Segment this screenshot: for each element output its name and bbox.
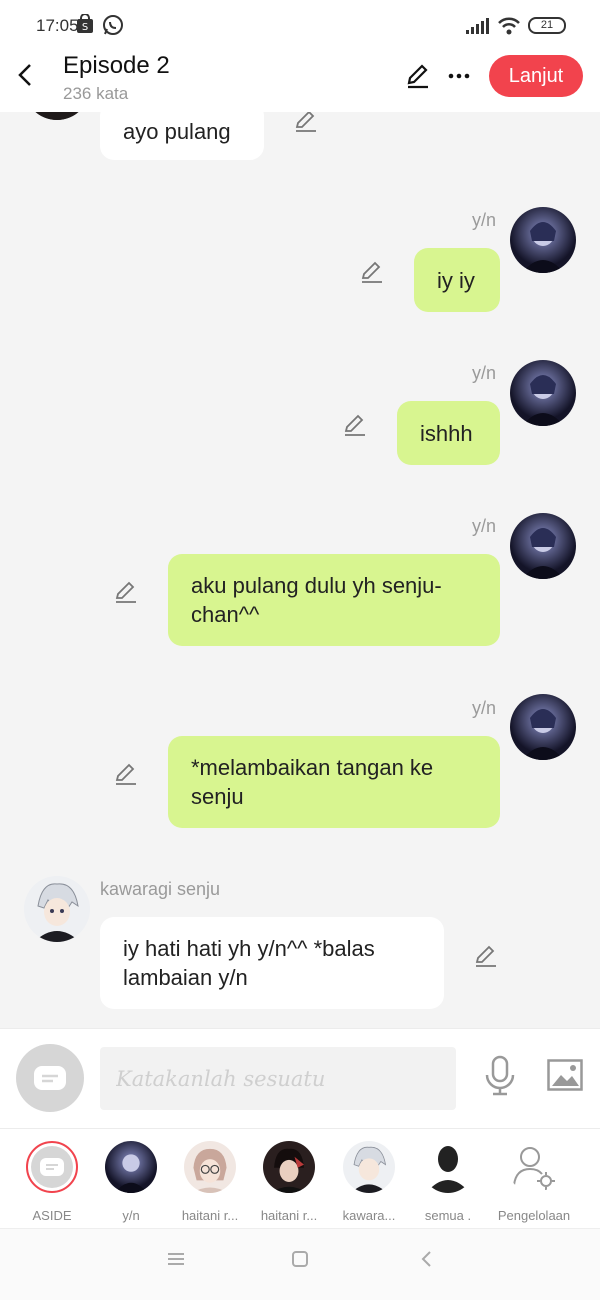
avatar[interactable] [24, 112, 90, 120]
character-label: kawara... [342, 1208, 396, 1223]
sender-name: y/n [472, 698, 497, 718]
avatar[interactable] [510, 513, 576, 579]
character-bar: ASIDE y/n haitani r... haitani r... kawa… [0, 1128, 600, 1228]
next-button[interactable]: Lanjut [489, 55, 583, 97]
back-button[interactable] [10, 58, 40, 92]
chat-bubble-icon [34, 1066, 66, 1090]
character-aside[interactable]: ASIDE [12, 1139, 92, 1223]
avatar [343, 1141, 395, 1193]
sender-name: y/n [472, 363, 497, 383]
shopee-icon: S [76, 13, 94, 39]
page-title: Episode 2 [63, 52, 170, 79]
avatar [184, 1141, 236, 1193]
avatar[interactable] [510, 360, 576, 426]
back-nav-icon[interactable] [420, 1251, 432, 1272]
character-label: y/n [122, 1208, 140, 1223]
menu-icon[interactable] [167, 1251, 185, 1272]
sender-name: kawaragi senju [100, 879, 221, 899]
pencil-icon [475, 945, 496, 967]
app-header: Episode 2 236 kata Lanjut [0, 50, 600, 112]
microphone-icon [485, 1055, 515, 1096]
pencil-icon [344, 414, 365, 436]
wifi-icon [497, 16, 521, 41]
character-label: haitani r... [260, 1208, 318, 1223]
image-button[interactable] [547, 1059, 583, 1096]
character-label: semua . [424, 1208, 472, 1223]
avatar[interactable] [510, 207, 576, 273]
edit-message-button[interactable] [113, 579, 139, 605]
character-all[interactable]: semua . [408, 1139, 488, 1223]
image-icon [547, 1059, 583, 1091]
user-settings-icon [508, 1141, 560, 1193]
pencil-icon [295, 112, 316, 132]
aside-avatar [26, 1141, 78, 1193]
silhouette-icon [422, 1141, 474, 1193]
avatar [263, 1141, 315, 1193]
home-icon[interactable] [291, 1251, 309, 1272]
message-bubble[interactable]: iy iy [414, 248, 500, 312]
avatar[interactable] [510, 694, 576, 760]
status-bar: 17:05 S 21 [0, 0, 600, 50]
system-nav-bar [0, 1228, 600, 1300]
composer [0, 1028, 600, 1128]
avatar [105, 1141, 157, 1193]
word-count: 236 kata [63, 84, 129, 103]
message-bubble[interactable]: ayo pulang [100, 112, 264, 160]
edit-message-button[interactable] [113, 761, 139, 787]
edit-message-button[interactable] [473, 943, 499, 969]
message-bubble[interactable]: aku pulang dulu yh senju-chan^^ [168, 554, 500, 646]
edit-message-button[interactable] [342, 412, 368, 438]
message-bubble[interactable]: iy hati hati yh y/n^^ *balas lambaian y/… [100, 917, 444, 1009]
aside-toggle-button[interactable] [16, 1044, 84, 1112]
character-label: ASIDE [32, 1208, 72, 1223]
more-horizontal-icon [448, 73, 470, 79]
character-haitani-2[interactable]: haitani r... [249, 1139, 329, 1223]
manage-characters-button[interactable]: Pengelolaan [494, 1139, 574, 1223]
character-yn[interactable]: y/n [91, 1139, 171, 1223]
chat-area[interactable]: ayo pulang y/n iy iy y/n ishhh y/n aku p… [0, 112, 600, 1028]
pencil-icon [361, 261, 382, 283]
more-options-button[interactable] [446, 62, 472, 88]
chat-bubble-icon [40, 1158, 64, 1176]
svg-text:S: S [82, 22, 88, 33]
microphone-button[interactable] [484, 1055, 516, 1102]
signal-icon [466, 18, 490, 39]
character-kawaragi[interactable]: kawara... [329, 1139, 409, 1223]
edit-message-button[interactable] [359, 259, 385, 285]
message-bubble[interactable]: *melambaikan tangan ke senju [168, 736, 500, 828]
battery-indicator: 21 [528, 17, 566, 34]
character-label: haitani r... [181, 1208, 239, 1223]
message-input[interactable] [100, 1047, 456, 1110]
pencil-icon [115, 581, 136, 603]
message-bubble[interactable]: ishhh [397, 401, 500, 465]
edit-title-button[interactable] [404, 62, 432, 95]
avatar[interactable] [24, 876, 90, 942]
character-label: Pengelolaan [497, 1208, 571, 1223]
sender-name: y/n [472, 516, 497, 536]
chevron-left-icon [18, 64, 31, 86]
edit-message-button[interactable] [293, 112, 319, 134]
status-time: 17:05 [36, 16, 79, 35]
character-haitani-1[interactable]: haitani r... [170, 1139, 250, 1223]
whatsapp-icon [102, 14, 124, 41]
sender-name: y/n [472, 210, 497, 230]
pencil-icon [115, 763, 136, 785]
pencil-icon [407, 64, 428, 89]
